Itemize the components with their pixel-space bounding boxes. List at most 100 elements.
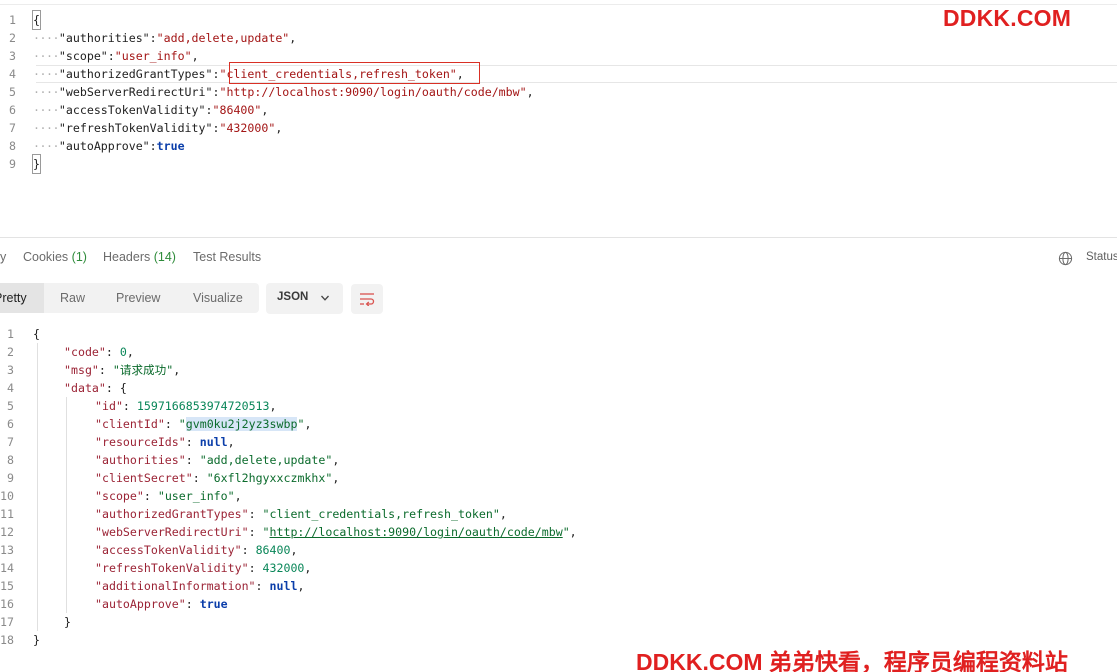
whitespace-dots: ···· bbox=[33, 49, 59, 63]
tab-test-results[interactable]: Test Results bbox=[193, 250, 261, 264]
code-text: } bbox=[33, 631, 40, 649]
code-text: "data": { bbox=[64, 379, 127, 397]
globe-icon[interactable] bbox=[1058, 251, 1073, 266]
line-number: 8 bbox=[9, 139, 16, 153]
request-code-line: 7 ····"refreshTokenValidity":"432000", bbox=[0, 119, 1117, 137]
json-key: "clientSecret" bbox=[95, 471, 193, 485]
view-mode-selector: Pretty Raw Preview Visualize bbox=[0, 283, 259, 313]
code-text: } bbox=[64, 613, 71, 631]
line-number: 18 bbox=[0, 633, 14, 647]
json-punctuation: } bbox=[64, 615, 71, 629]
code-text: ····"autoApprove":true bbox=[33, 137, 185, 155]
json-punctuation: , bbox=[304, 417, 312, 431]
json-number: 0 bbox=[119, 345, 127, 359]
json-punctuation: , bbox=[297, 579, 305, 593]
json-punctuation: , bbox=[290, 543, 298, 557]
json-punctuation: : bbox=[149, 31, 157, 45]
code-text: } bbox=[32, 154, 41, 174]
json-punctuation: : bbox=[248, 507, 263, 521]
code-text: "clientId": "gvm0ku2j2yz3swbp", bbox=[95, 415, 311, 433]
response-code-line: 1{ bbox=[0, 325, 1117, 343]
json-link[interactable]: http://localhost:9090/login/oauth/code/m… bbox=[270, 525, 563, 539]
view-mode-visualize[interactable]: Visualize bbox=[193, 283, 243, 313]
line-number: 4 bbox=[9, 67, 16, 81]
whitespace-dots: ···· bbox=[33, 31, 59, 45]
request-code-line: 5 ····"webServerRedirectUri":"http://loca… bbox=[0, 83, 1117, 101]
json-punctuation: : bbox=[164, 417, 179, 431]
code-text: "refreshTokenValidity": 432000, bbox=[95, 559, 311, 577]
line-number: 8 bbox=[7, 453, 14, 467]
request-code-line: 6 ····"accessTokenValidity":"86400", bbox=[0, 101, 1117, 119]
request-code-line: 4 ····"authorizedGrantTypes":"client_cred… bbox=[0, 65, 1117, 83]
tab-headers-label: Headers bbox=[103, 250, 151, 264]
json-punctuation: : bbox=[192, 471, 207, 485]
pane-divider[interactable] bbox=[0, 237, 1117, 238]
code-text: "authorizedGrantTypes": "client_credenti… bbox=[95, 505, 507, 523]
line-number: 13 bbox=[0, 543, 14, 557]
annotation-highlight-box bbox=[229, 62, 480, 84]
json-key: "refreshTokenValidity" bbox=[95, 561, 249, 575]
line-number: 1 bbox=[9, 13, 16, 27]
json-brace: { bbox=[32, 10, 41, 30]
line-number: 1 bbox=[7, 327, 14, 341]
json-number: 1597166853974720513 bbox=[136, 399, 270, 413]
request-code-line: 9} bbox=[0, 154, 1117, 174]
line-number: 5 bbox=[9, 85, 16, 99]
json-punctuation: : bbox=[107, 49, 115, 63]
json-key: "authorities" bbox=[95, 453, 186, 467]
view-mode-pretty[interactable]: Pretty bbox=[0, 283, 44, 313]
json-punctuation: , bbox=[191, 49, 199, 63]
line-number: 15 bbox=[0, 579, 14, 593]
json-string: "add,delete,update" bbox=[156, 31, 290, 45]
response-code-line: 3 "msg": "请求成功", bbox=[0, 361, 1117, 379]
code-text: ····"webServerRedirectUri":"http://local… bbox=[33, 83, 534, 101]
json-punctuation: : bbox=[205, 103, 213, 117]
json-keyword: null bbox=[199, 435, 228, 449]
json-string: "432000" bbox=[219, 121, 276, 135]
json-string: "86400" bbox=[212, 103, 262, 117]
tab-body[interactable]: y bbox=[0, 250, 6, 264]
json-punctuation: , bbox=[173, 363, 181, 377]
response-code-line: 9 "clientSecret": "6xfl2hgyxxczmkhx", bbox=[0, 469, 1117, 487]
tab-cookies[interactable]: Cookies (1) bbox=[23, 250, 87, 264]
json-boolean: true bbox=[156, 139, 185, 153]
whitespace-dots: ···· bbox=[33, 121, 59, 135]
format-dropdown-value: JSON bbox=[277, 291, 309, 303]
line-number: 7 bbox=[7, 435, 14, 449]
json-string: "http://localhost:9090/login/oauth/code/… bbox=[219, 85, 527, 99]
response-code-line: 13 "accessTokenValidity": 86400, bbox=[0, 541, 1117, 559]
line-number: 16 bbox=[0, 597, 14, 611]
json-key: "accessTokenValidity" bbox=[95, 543, 242, 557]
response-code-line: 6 "clientId": "gvm0ku2j2yz3swbp", bbox=[0, 415, 1117, 433]
json-key: "authorities" bbox=[58, 31, 150, 45]
code-text: "resourceIds": null, bbox=[95, 433, 235, 451]
json-punctuation: , bbox=[499, 507, 507, 521]
response-code-line: 16 "autoApprove": true bbox=[0, 595, 1117, 613]
line-number: 9 bbox=[7, 471, 14, 485]
json-string: "client_credentials,refresh_token" bbox=[262, 507, 500, 521]
line-number: 14 bbox=[0, 561, 14, 575]
wrap-lines-button[interactable] bbox=[351, 284, 383, 314]
line-number: 9 bbox=[9, 157, 16, 171]
view-mode-preview[interactable]: Preview bbox=[116, 283, 160, 313]
line-number: 11 bbox=[0, 507, 14, 521]
json-key: "authorizedGrantTypes" bbox=[58, 67, 213, 81]
response-code-line: 11 "authorizedGrantTypes": "client_creden… bbox=[0, 505, 1117, 523]
whitespace-dots: ···· bbox=[33, 103, 59, 117]
view-mode-raw[interactable]: Raw bbox=[60, 283, 85, 313]
json-number: 432000 bbox=[262, 561, 305, 575]
code-text: { bbox=[33, 325, 40, 343]
json-punctuation: : bbox=[255, 579, 270, 593]
request-body-editor[interactable]: 1{2 ····"authorities":"add,delete,update"… bbox=[0, 10, 1117, 181]
code-text: "webServerRedirectUri": "http://localhos… bbox=[95, 523, 577, 541]
json-string: " bbox=[262, 525, 270, 539]
json-key: "refreshTokenValidity" bbox=[58, 121, 213, 135]
format-dropdown[interactable]: JSON bbox=[266, 283, 343, 314]
json-string: " bbox=[178, 417, 186, 431]
json-punctuation: , bbox=[227, 435, 235, 449]
tab-headers[interactable]: Headers (14) bbox=[103, 250, 176, 264]
whitespace-dots: ···· bbox=[33, 67, 59, 81]
json-punctuation: { bbox=[33, 327, 40, 341]
tab-test-results-label: Test Results bbox=[193, 250, 262, 264]
line-number: 2 bbox=[7, 345, 14, 359]
